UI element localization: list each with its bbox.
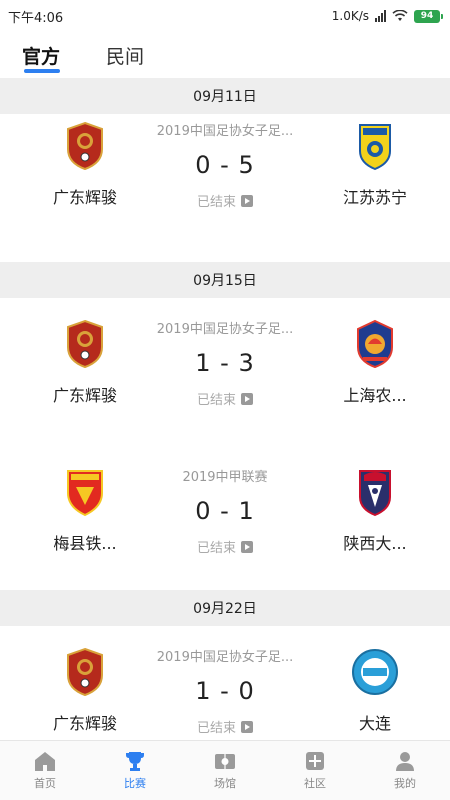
huijun-crest-icon xyxy=(61,646,109,698)
home-team-name: 梅县铁... xyxy=(53,534,117,553)
stadium-icon xyxy=(214,750,236,772)
match-status-label: 已结束 xyxy=(196,541,236,556)
wifi-icon xyxy=(392,10,408,21)
date-label: 09月22日 xyxy=(193,601,257,617)
match-list[interactable]: 09月11日 广东辉骏 2019中国足协女子足... 0 - 5 已结束 江苏苏… xyxy=(0,78,450,740)
match-center: 2019中国足协女子足... 0 - 5 已结束 xyxy=(140,114,310,210)
nav-item-community[interactable]: 社区 xyxy=(270,741,360,800)
tab-active-indicator xyxy=(24,68,60,73)
nav-item-stadium[interactable]: 场馆 xyxy=(180,741,270,800)
date-label: 09月11日 xyxy=(193,89,257,105)
network-speed: 1.0K/s xyxy=(331,9,369,23)
meixian-crest-icon xyxy=(61,466,109,518)
top-tabs: 官方 民间 xyxy=(0,32,450,78)
bottom-nav: 首页 比赛 场馆 社区 我的 xyxy=(0,740,450,800)
nav-item-profile[interactable]: 我的 xyxy=(360,741,450,800)
match-center: 2019中国足协女子足... 1 - 3 已结束 xyxy=(140,312,310,408)
home-team[interactable]: 广东辉骏 xyxy=(20,312,150,406)
nav-label: 社区 xyxy=(304,777,326,790)
match-score: 1 - 0 xyxy=(195,677,255,705)
away-team-name: 江苏苏宁 xyxy=(342,188,407,207)
match-card[interactable]: 梅县铁... 2019中甲联赛 0 - 1 已结束 陕西大... xyxy=(0,446,450,590)
home-icon xyxy=(34,750,56,772)
shanghai-crest-icon xyxy=(351,318,399,370)
huijun-crest-icon xyxy=(61,318,109,370)
status-indicators: 1.0K/s 94 xyxy=(331,9,443,23)
match-center: 2019中甲联赛 0 - 1 已结束 xyxy=(140,460,310,556)
match-status-label: 已结束 xyxy=(196,721,236,736)
away-team-name: 大连 xyxy=(358,714,391,733)
match-status[interactable]: 已结束 xyxy=(197,389,253,408)
away-team[interactable]: 陕西大... xyxy=(310,460,440,554)
date-header: 09月22日 xyxy=(0,590,450,626)
nav-item-home[interactable]: 首页 xyxy=(0,741,90,800)
home-team[interactable]: 梅县铁... xyxy=(20,460,150,554)
trophy-icon xyxy=(124,750,146,772)
match-score: 0 - 1 xyxy=(195,497,255,525)
away-team[interactable]: 大连 xyxy=(310,640,440,734)
huijun-crest-icon xyxy=(61,120,109,172)
profile-icon xyxy=(394,750,416,772)
battery-level: 94 xyxy=(420,11,434,21)
match-center: 2019中国足协女子足... 1 - 0 已结束 xyxy=(140,640,310,736)
nav-label: 比赛 xyxy=(124,777,146,790)
status-bar: 下午4:06 1.0K/s 94 xyxy=(0,0,450,32)
match-status[interactable]: 已结束 xyxy=(197,537,253,556)
league-name: 2019中甲联赛 xyxy=(182,470,268,485)
tab-official-label: 官方 xyxy=(22,45,61,68)
status-time: 下午4:06 xyxy=(8,10,64,26)
nav-label: 场馆 xyxy=(214,777,236,790)
play-icon xyxy=(241,194,253,207)
match-score: 1 - 3 xyxy=(195,349,255,377)
date-header: 09月15日 xyxy=(0,262,450,298)
home-team[interactable]: 广东辉骏 xyxy=(20,640,150,734)
match-card[interactable]: 广东辉骏 2019中国足协女子足... 1 - 3 已结束 上海农... xyxy=(0,298,450,446)
nav-item-matches[interactable]: 比赛 xyxy=(90,741,180,800)
play-icon xyxy=(241,392,253,405)
match-score: 0 - 5 xyxy=(195,151,255,179)
league-name: 2019中国足协女子足... xyxy=(156,124,294,139)
signal-icon xyxy=(375,10,386,22)
shaanxi-crest-icon xyxy=(351,466,399,518)
tab-official[interactable]: 官方 xyxy=(22,42,61,73)
home-team-name: 广东辉骏 xyxy=(52,714,117,733)
home-team[interactable]: 广东辉骏 xyxy=(20,114,150,208)
home-team-name: 广东辉骏 xyxy=(52,188,117,207)
nav-label: 首页 xyxy=(34,777,56,790)
away-team[interactable]: 上海农... xyxy=(310,312,440,406)
match-card[interactable]: 广东辉骏 2019中国足协女子足... 0 - 5 已结束 江苏苏宁 xyxy=(0,114,450,262)
dalian-crest-icon xyxy=(351,646,399,698)
tab-folk[interactable]: 民间 xyxy=(106,42,144,69)
suning-crest-icon xyxy=(351,120,399,172)
date-label: 09月15日 xyxy=(193,273,257,289)
community-icon xyxy=(304,750,326,772)
play-icon xyxy=(241,720,253,733)
match-card[interactable]: 广东辉骏 2019中国足协女子足... 1 - 0 已结束 大连 xyxy=(0,626,450,740)
away-team-name: 上海农... xyxy=(343,386,407,405)
match-status-label: 已结束 xyxy=(196,195,236,210)
tab-folk-label: 民间 xyxy=(106,45,145,68)
play-icon xyxy=(241,540,253,553)
match-status[interactable]: 已结束 xyxy=(197,717,253,736)
battery-icon: 94 xyxy=(414,9,443,23)
match-status-label: 已结束 xyxy=(196,393,236,408)
nav-label: 我的 xyxy=(394,777,416,790)
match-status[interactable]: 已结束 xyxy=(197,191,253,210)
home-team-name: 广东辉骏 xyxy=(52,386,117,405)
away-team-name: 陕西大... xyxy=(343,534,407,553)
league-name: 2019中国足协女子足... xyxy=(156,322,294,337)
league-name: 2019中国足协女子足... xyxy=(156,650,294,665)
away-team[interactable]: 江苏苏宁 xyxy=(310,114,440,208)
date-header: 09月11日 xyxy=(0,78,450,114)
